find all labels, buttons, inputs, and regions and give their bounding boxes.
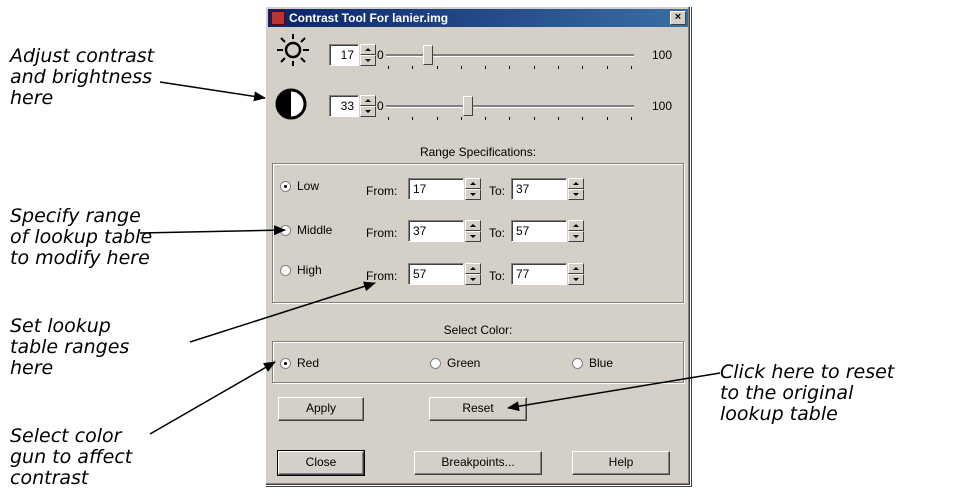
down-arrow-icon[interactable] [465,231,481,242]
down-arrow-icon[interactable] [465,274,481,285]
contrast-up-arrow-icon[interactable] [360,95,376,106]
low-to-spinner[interactable] [568,178,584,200]
radio-button-icon[interactable] [280,224,291,236]
from-label: From: [366,184,398,198]
from-label: From: [366,226,398,240]
middle-from-spinner[interactable] [465,220,481,242]
contrast-tool-window: Contrast Tool For lanier.img × 17 0 100 … [265,6,691,486]
arrow-color-gun [149,361,276,435]
help-button[interactable]: Help [572,451,670,475]
color-red-radio[interactable]: Red [280,356,319,370]
up-arrow-icon[interactable] [568,263,584,274]
radio-button-icon[interactable] [280,357,291,369]
reset-button[interactable]: Reset [429,397,527,421]
select-color-label: Select Color: [443,323,513,337]
radio-button-icon[interactable] [280,264,291,276]
low-from-input[interactable]: 17 [408,178,464,200]
brightness-ticks [388,66,632,69]
callout-reset: Click here to reset to the original look… [720,361,895,425]
down-arrow-icon[interactable] [568,231,584,242]
window-title: Contrast Tool For lanier.img [289,11,449,25]
close-button[interactable]: Close [277,450,365,476]
radio-button-icon[interactable] [572,357,583,369]
range-low-label: Low [297,179,320,193]
middle-to-spinner[interactable] [568,220,584,242]
arrow-range [139,225,286,236]
brightness-value: 17 [340,48,354,62]
up-arrow-icon[interactable] [465,178,481,189]
low-from-value: 17 [413,182,427,196]
to-label: To: [489,269,506,283]
brightness-max-label: 100 [652,48,673,62]
range-high-label: High [297,263,322,277]
contrast-slider-thumb[interactable] [462,96,473,116]
contrast-slider-track[interactable] [386,105,634,108]
breakpoints-button[interactable]: Breakpoints... [414,451,542,475]
close-window-button[interactable]: × [670,11,686,25]
color-green-label: Green [447,356,481,370]
brightness-min-label: 0 [377,48,384,62]
brightness-spinner[interactable] [360,44,376,66]
radio-button-icon[interactable] [430,357,441,369]
half-circle-icon [275,88,307,120]
brightness-slider-thumb[interactable] [423,45,434,65]
radio-button-icon[interactable] [280,180,291,192]
callout-set-ranges: Set lookup table ranges here [10,315,130,379]
contrast-spinner[interactable] [360,95,376,117]
down-arrow-icon[interactable] [568,189,584,200]
range-low-radio[interactable]: Low [280,179,319,193]
color-red-label: Red [297,356,320,370]
range-high-radio[interactable]: High [280,263,322,277]
arrow-contrast-brightness [159,81,266,102]
range-middle-label: Middle [297,223,333,237]
range-specifications-label: Range Specifications: [419,145,537,159]
high-to-input[interactable]: 77 [511,263,567,285]
high-from-input[interactable]: 57 [408,263,464,285]
app-icon [271,11,285,25]
brightness-down-arrow-icon[interactable] [360,55,376,66]
middle-to-input[interactable]: 57 [511,220,567,242]
title-bar[interactable]: Contrast Tool For lanier.img × [268,9,688,27]
high-from-value: 57 [413,267,427,281]
contrast-down-arrow-icon[interactable] [360,106,376,117]
to-label: To: [489,184,506,198]
color-green-radio[interactable]: Green [430,356,480,370]
from-label: From: [366,269,398,283]
middle-from-value: 37 [413,224,427,238]
color-blue-radio[interactable]: Blue [572,356,613,370]
brightness-up-arrow-icon[interactable] [360,44,376,55]
low-to-input[interactable]: 37 [511,178,567,200]
apply-button[interactable]: Apply [278,397,364,421]
contrast-ticks [388,117,632,120]
high-to-value: 77 [516,267,530,281]
down-arrow-icon[interactable] [568,274,584,285]
color-blue-label: Blue [589,356,614,370]
callout-color-gun: Select color gun to affect contrast [10,425,133,489]
callout-range: Specify range of lookup table to modify … [10,205,153,269]
contrast-min-label: 0 [377,99,384,113]
high-from-spinner[interactable] [465,263,481,285]
sun-icon [277,34,309,66]
low-from-spinner[interactable] [465,178,481,200]
up-arrow-icon[interactable] [568,178,584,189]
up-arrow-icon[interactable] [465,220,481,231]
contrast-max-label: 100 [652,99,673,113]
low-to-value: 37 [516,182,530,196]
to-label: To: [489,226,506,240]
up-arrow-icon[interactable] [568,220,584,231]
callout-contrast-brightness: Adjust contrast and brightness here [10,45,155,109]
contrast-value: 33 [340,99,354,113]
high-to-spinner[interactable] [568,263,584,285]
down-arrow-icon[interactable] [465,189,481,200]
middle-to-value: 57 [516,224,530,238]
up-arrow-icon[interactable] [465,263,481,274]
brightness-input[interactable]: 17 [329,44,359,66]
range-middle-radio[interactable]: Middle [280,223,332,237]
middle-from-input[interactable]: 37 [408,220,464,242]
contrast-input[interactable]: 33 [329,95,359,117]
